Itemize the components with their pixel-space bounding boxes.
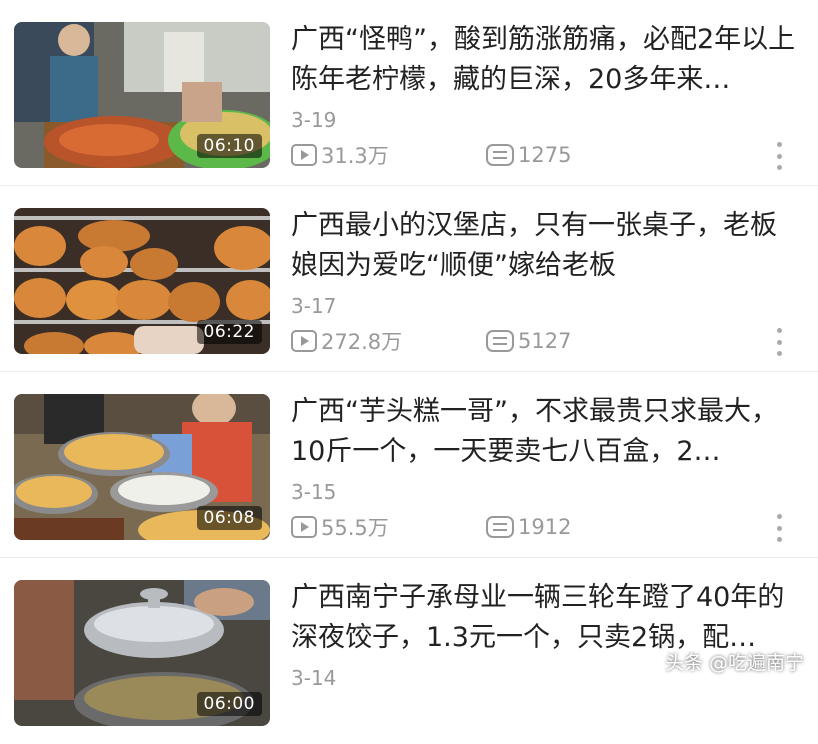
video-duration: 06:00 xyxy=(196,692,262,716)
video-date: 3-19 xyxy=(291,108,337,132)
video-title[interactable]: 广西“怪鸭”，酸到筋涨筋痛，必配2年以上陈年老柠檬，藏的巨深，20多年来… xyxy=(291,20,803,100)
video-date: 3-15 xyxy=(291,480,337,504)
view-count: 31.3万 xyxy=(291,142,389,168)
view-count: 272.8万 xyxy=(291,328,402,354)
video-duration: 06:08 xyxy=(196,506,262,530)
video-title[interactable]: 广西最小的汉堡店，只有一张桌子，老板娘因为爱吃“顺便”嫁给老板 xyxy=(291,206,803,286)
video-thumbnail[interactable]: 06:00 xyxy=(14,580,270,726)
more-vertical-icon[interactable] xyxy=(772,514,786,542)
view-count: 55.5万 xyxy=(291,514,389,540)
play-icon xyxy=(291,516,317,538)
video-item[interactable]: 06:10 广西“怪鸭”，酸到筋涨筋痛，必配2年以上陈年老柠檬，藏的巨深，20多… xyxy=(0,0,818,186)
video-thumbnail[interactable]: 06:10 xyxy=(14,22,270,168)
video-duration: 06:22 xyxy=(196,320,262,344)
more-vertical-icon[interactable] xyxy=(772,142,786,170)
video-date: 3-17 xyxy=(291,294,337,318)
video-item[interactable]: 06:08 广西“芋头糕一哥”，不求最贵只求最大，10斤一个，一天要卖七八百盒，… xyxy=(0,372,818,558)
comment-icon xyxy=(486,144,514,166)
video-title[interactable]: 广西南宁子承母业一辆三轮车蹬了40年的深夜饺子，1.3元一个，只卖2锅，配… xyxy=(291,578,803,658)
video-date: 3-14 xyxy=(291,666,337,690)
comment-count-value: 5127 xyxy=(518,329,572,353)
comment-count: 5127 xyxy=(486,328,571,354)
watermark: 头条 @吃遍南宁 xyxy=(664,652,804,674)
view-count-value: 31.3万 xyxy=(321,144,389,168)
comment-icon xyxy=(486,516,514,538)
comment-icon xyxy=(486,330,514,352)
video-thumbnail[interactable]: 06:22 xyxy=(14,208,270,354)
view-count-value: 55.5万 xyxy=(321,516,389,540)
video-duration: 06:10 xyxy=(196,134,262,158)
video-thumbnail[interactable]: 06:08 xyxy=(14,394,270,540)
view-count-value: 272.8万 xyxy=(321,330,403,354)
play-icon xyxy=(291,330,317,352)
play-icon xyxy=(291,144,317,166)
comment-count: 1912 xyxy=(486,514,571,540)
video-item[interactable]: 06:22 广西最小的汉堡店，只有一张桌子，老板娘因为爱吃“顺便”嫁给老板 3-… xyxy=(0,186,818,372)
comment-count: 1275 xyxy=(486,142,571,168)
more-vertical-icon[interactable] xyxy=(772,328,786,356)
video-title[interactable]: 广西“芋头糕一哥”，不求最贵只求最大，10斤一个，一天要卖七八百盒，2… xyxy=(291,392,803,472)
comment-count-value: 1275 xyxy=(518,143,572,167)
comment-count-value: 1912 xyxy=(518,515,572,539)
